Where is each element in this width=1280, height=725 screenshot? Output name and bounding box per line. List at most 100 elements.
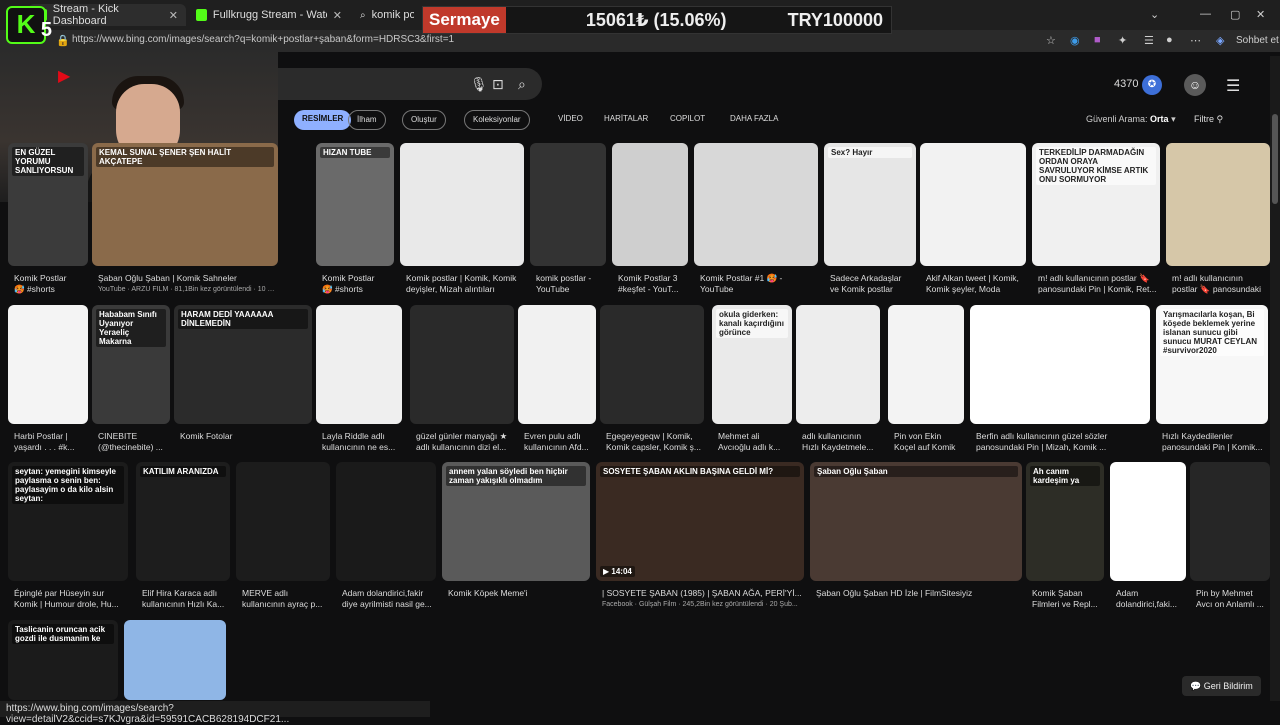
- image-result-thumbnail[interactable]: KATILIM ARANIZDA: [136, 462, 230, 581]
- account-avatar-icon[interactable]: ☺: [1184, 74, 1206, 96]
- image-result-thumbnail[interactable]: [970, 305, 1150, 424]
- image-result-thumbnail[interactable]: [124, 620, 226, 700]
- image-result-thumbnail[interactable]: HARAM DEDİ YAAAAAA DİNLEMEDİN: [174, 305, 312, 424]
- scrollbar[interactable]: [1270, 56, 1280, 701]
- image-result-thumbnail[interactable]: Taslicanin oruncan acik gozdi ile dusman…: [8, 620, 118, 700]
- more-menu-icon[interactable]: ⋯: [1190, 34, 1201, 47]
- image-result-thumbnail[interactable]: okula giderken: kanalı kaçırdığını görün…: [712, 305, 792, 424]
- image-result-thumbnail[interactable]: TERKEDİLİP DARMADAĞIN ORDAN ORAYA SAVRUL…: [1032, 143, 1160, 266]
- image-result-title[interactable]: Pin von Ekin: [894, 431, 966, 442]
- visual-search-icon[interactable]: ⊡: [492, 76, 504, 93]
- tab-daha-fazla[interactable]: DAHA FAZLA: [722, 110, 786, 130]
- image-result-thumbnail[interactable]: [1110, 462, 1186, 581]
- image-result-thumbnail[interactable]: [518, 305, 596, 424]
- minimize-icon[interactable]: —: [1200, 8, 1211, 20]
- image-result-thumbnail[interactable]: KEMAL SUNAL ŞENER ŞEN HALİT AKÇATEPE: [92, 143, 278, 266]
- image-result-thumbnail[interactable]: EN GÜZEL YORUMU SANLIYORSUN: [8, 143, 88, 266]
- image-result-thumbnail[interactable]: [612, 143, 688, 266]
- image-result-title[interactable]: Şaban Oğlu Şaban | Komik Sahneler: [98, 273, 280, 284]
- image-result-thumbnail[interactable]: [8, 305, 88, 424]
- image-result-title[interactable]: Egegeyegeqw | Komik,: [606, 431, 706, 442]
- rewards-points[interactable]: 4370: [1114, 78, 1138, 90]
- image-result-thumbnail[interactable]: HIZAN TUBE: [316, 143, 394, 266]
- image-result-title[interactable]: Komik Postlar #1 🥵 -: [700, 273, 820, 284]
- image-result-title[interactable]: Komik Fotolar: [180, 431, 314, 442]
- image-result-title[interactable]: CINEBITE: [98, 431, 172, 442]
- image-result-title[interactable]: m! adlı kullanıcının postlar 🔖: [1038, 273, 1162, 284]
- image-result-title[interactable]: Akif Alkan tweet | Komik,: [926, 273, 1028, 284]
- image-result-thumbnail[interactable]: [920, 143, 1026, 266]
- image-result-thumbnail[interactable]: [400, 143, 524, 266]
- safe-search-dropdown[interactable]: Güvenli Arama: Orta ▾: [1086, 114, 1176, 125]
- puzzle-extensions-icon[interactable]: ✦: [1118, 34, 1127, 47]
- image-result-thumbnail[interactable]: Hababam Sınıfı Uyanıyor Yeraeliç Makarna: [92, 305, 170, 424]
- image-result-title[interactable]: Evren pulu adlı: [524, 431, 598, 442]
- image-result-thumbnail[interactable]: [1166, 143, 1270, 266]
- scrollbar-thumb[interactable]: [1272, 114, 1278, 204]
- search-icon[interactable]: ⌕: [518, 76, 526, 93]
- image-result-thumbnail[interactable]: annem yalan söyledi ben hiçbir zaman yak…: [442, 462, 590, 581]
- tab-copilot[interactable]: COPILOT: [662, 110, 713, 130]
- maximize-icon[interactable]: ▢: [1230, 8, 1240, 21]
- image-result-thumbnail[interactable]: [316, 305, 402, 424]
- image-result-thumbnail[interactable]: [600, 305, 704, 424]
- image-result-thumbnail[interactable]: Sex? Hayır: [824, 143, 916, 266]
- image-result-title[interactable]: Elif Hira Karaca adlı: [142, 588, 232, 599]
- image-result-title[interactable]: adlı kullanıcının: [802, 431, 882, 442]
- image-result-title[interactable]: MERVE adlı: [242, 588, 332, 599]
- image-result-title[interactable]: Adam: [1116, 588, 1188, 599]
- tab-resimler[interactable]: RESİMLER: [294, 110, 352, 130]
- profile-avatar-icon[interactable]: ●: [1166, 34, 1173, 46]
- image-result-thumbnail[interactable]: Şaban Oğlu Şaban: [810, 462, 1022, 581]
- image-result-thumbnail[interactable]: seytan: yemegini kimseyle paylasma o sen…: [8, 462, 128, 581]
- image-result-title[interactable]: Épinglé par Hüseyin sur: [14, 588, 130, 599]
- extension-icon[interactable]: ◉: [1070, 34, 1080, 47]
- image-result-title[interactable]: Komik Postlar: [322, 273, 396, 284]
- tab-search-icon[interactable]: ⌄: [1150, 8, 1159, 21]
- feedback-button[interactable]: 💬 Geri Bildirim: [1182, 676, 1261, 696]
- tab-video[interactable]: VİDEO: [550, 110, 591, 130]
- image-result-title[interactable]: m! adlı kullanıcının: [1172, 273, 1272, 284]
- copilot-icon[interactable]: ◈: [1216, 34, 1224, 47]
- image-result-title[interactable]: Harbi Postlar |: [14, 431, 90, 442]
- image-result-title[interactable]: komik postlar -: [536, 273, 608, 284]
- image-result-thumbnail[interactable]: [888, 305, 964, 424]
- image-result-title[interactable]: Komik Postlar: [14, 273, 90, 284]
- tab-koleksiyonlar[interactable]: Koleksiyonlar: [464, 110, 530, 130]
- image-result-thumbnail[interactable]: [796, 305, 880, 424]
- image-result-title[interactable]: Komik Şaban: [1032, 588, 1106, 599]
- image-result-thumbnail[interactable]: SOSYETE ŞABAN AKLIN BAŞINA GELDİ Mİ? ▶ 14…: [596, 462, 804, 581]
- favorites-icon[interactable]: ☰: [1144, 34, 1154, 47]
- tab-bing-search[interactable]: ⌕ komik postlar ş: [352, 4, 422, 26]
- microphone-icon[interactable]: 🎙: [470, 76, 488, 93]
- image-result-title[interactable]: Sadece Arkadaşlar: [830, 273, 918, 284]
- image-result-thumbnail[interactable]: [236, 462, 330, 581]
- image-result-title[interactable]: Hızlı Kaydedilenler: [1162, 431, 1270, 442]
- image-result-title[interactable]: Pin by Mehmet: [1196, 588, 1272, 599]
- tab-haritalar[interactable]: HARİTALAR: [596, 110, 656, 130]
- image-result-thumbnail[interactable]: [1190, 462, 1270, 581]
- image-result-title[interactable]: güzel günler manyağı ★: [416, 431, 516, 442]
- image-result-title[interactable]: Şaban Oğlu Şaban HD İzle | FilmSitesiyiz: [816, 588, 1024, 599]
- copilot-label[interactable]: Sohbet et: [1236, 35, 1279, 46]
- image-result-title[interactable]: Berfin adlı kullanıcının güzel sözler: [976, 431, 1152, 442]
- filter-button[interactable]: Filtre ⚲: [1194, 114, 1223, 125]
- image-result-title[interactable]: Komik Köpek Meme'i: [448, 588, 592, 599]
- favorite-star-icon[interactable]: ☆: [1046, 34, 1056, 47]
- image-result-title[interactable]: Mehmet ali: [718, 431, 794, 442]
- close-icon[interactable]: ✕: [169, 9, 178, 22]
- image-result-thumbnail[interactable]: Yarışmacılarla koşan, Bi köşede beklemek…: [1156, 305, 1268, 424]
- tab-ilham[interactable]: İlham: [348, 110, 386, 130]
- tab-olustur[interactable]: Oluştur: [402, 110, 446, 130]
- image-result-title[interactable]: Komik Postlar 3: [618, 273, 690, 284]
- image-result-title[interactable]: Adam dolandirici,fakir: [342, 588, 438, 599]
- tab-fullkrugg-stream[interactable]: Fullkrugg Stream - Watch Live on Kick ✕: [188, 4, 350, 26]
- close-icon[interactable]: ✕: [333, 9, 342, 22]
- hamburger-menu-icon[interactable]: ☰: [1226, 76, 1240, 96]
- window-close-icon[interactable]: ✕: [1256, 8, 1265, 21]
- url-field[interactable]: https://www.bing.com/images/search?q=kom…: [72, 34, 454, 45]
- image-result-title[interactable]: Komik postlar | Komik, Komik: [406, 273, 526, 284]
- image-result-title[interactable]: | SOSYETE ŞABAN (1985) | ŞABAN AĞA, PERİ…: [602, 588, 806, 599]
- image-result-thumbnail[interactable]: [694, 143, 818, 266]
- rewards-medal-icon[interactable]: ✪: [1142, 75, 1162, 95]
